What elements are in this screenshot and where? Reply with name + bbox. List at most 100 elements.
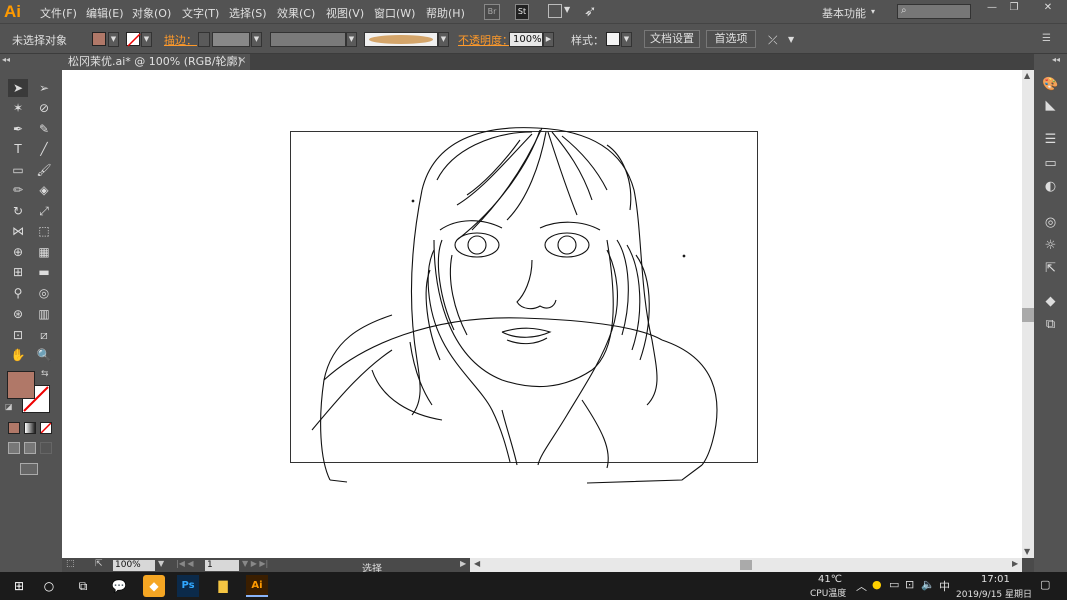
stroke-swatch[interactable] xyxy=(126,32,141,47)
profile-dropdown[interactable]: ▼ xyxy=(346,32,357,47)
scroll-up-icon[interactable]: ▲ xyxy=(1024,71,1030,80)
file-explorer-icon[interactable]: ▇ xyxy=(212,575,234,597)
color-guide-icon[interactable]: ◣ xyxy=(1034,96,1067,116)
screen-mode-icon[interactable] xyxy=(20,463,38,475)
ime-indicator[interactable]: 中 xyxy=(939,578,950,594)
status-menu-icon[interactable]: ▶ xyxy=(460,559,466,568)
perspective-grid-tool-icon[interactable]: ▦ xyxy=(34,243,54,261)
menu-select[interactable]: 选择(S) xyxy=(229,5,267,21)
scroll-right-icon[interactable]: ▶ xyxy=(1012,559,1018,568)
layers-icon[interactable]: ◆ xyxy=(1034,292,1067,312)
expand-panel-icon[interactable]: ◂◂ xyxy=(1052,55,1060,64)
paintbrush-tool-icon[interactable]: 🖌 xyxy=(34,161,54,179)
direct-selection-tool-icon[interactable]: ➢ xyxy=(34,79,54,97)
asset-export-icon[interactable]: ⇱ xyxy=(1034,259,1067,279)
line-tool-icon[interactable]: ╱ xyxy=(34,140,54,158)
zoom-field[interactable]: 100% xyxy=(113,560,155,571)
draw-behind-icon[interactable] xyxy=(24,442,36,454)
gradient-mode-icon[interactable] xyxy=(24,422,36,434)
battery-icon[interactable]: ▭ xyxy=(889,578,899,591)
chevron-down-icon[interactable]: ▾ xyxy=(871,7,875,16)
blend-tool-icon[interactable]: ◎ xyxy=(34,284,54,302)
document-setup-button[interactable]: 文档设置 xyxy=(644,30,700,48)
volume-icon[interactable]: 🔈 xyxy=(921,578,935,591)
first-artboard-icon[interactable]: |◀ ◀ xyxy=(176,559,194,568)
restore-button[interactable]: ❐ xyxy=(1004,1,1024,15)
menu-window[interactable]: 窗口(W) xyxy=(374,5,415,21)
pen-tool-icon[interactable]: ✒ xyxy=(8,120,28,138)
slice-tool-icon[interactable]: ⧄ xyxy=(34,326,54,344)
collapse-panel-icon[interactable]: ◂◂ xyxy=(2,55,10,64)
transparency-icon[interactable]: ◐ xyxy=(1034,177,1067,197)
menu-type[interactable]: 文字(T) xyxy=(182,5,219,21)
zoom-tool-icon[interactable]: 🔍 xyxy=(34,346,54,364)
default-colors-icon[interactable]: ◪ xyxy=(5,402,13,411)
swatches-icon[interactable]: ☰ xyxy=(1034,130,1067,150)
fill-swatch[interactable] xyxy=(92,32,106,46)
search-icon[interactable]: ○ xyxy=(38,575,60,597)
cc-libraries-icon[interactable]: ◎ xyxy=(1034,213,1067,233)
artboard-field[interactable]: 1 xyxy=(205,560,239,571)
width-tool-icon[interactable]: ⋈ xyxy=(8,222,28,240)
opacity-dropdown[interactable]: ▶ xyxy=(543,32,554,47)
variable-width-profile[interactable] xyxy=(270,32,346,47)
stroke-dropdown[interactable]: ▼ xyxy=(141,32,152,47)
panel-menu-icon[interactable]: ☰ xyxy=(1042,33,1051,44)
opacity-label[interactable]: 不透明度： xyxy=(458,32,513,48)
gradient-panel-icon[interactable]: ▭ xyxy=(1034,154,1067,174)
color-mode-icon[interactable] xyxy=(8,422,20,434)
free-transform-tool-icon[interactable]: ⬚ xyxy=(34,222,54,240)
rectangle-tool-icon[interactable]: ▭ xyxy=(8,161,28,179)
horizontal-scroll-thumb[interactable] xyxy=(740,560,752,570)
none-mode-icon[interactable] xyxy=(40,422,52,434)
network-icon[interactable]: ⊡ xyxy=(905,578,914,591)
symbol-sprayer-tool-icon[interactable]: ⊛ xyxy=(8,305,28,323)
eraser-tool-icon[interactable]: ◈ xyxy=(34,181,54,199)
action-center-icon[interactable]: ▢ xyxy=(1040,578,1050,591)
magic-wand-tool-icon[interactable]: ✶ xyxy=(8,99,28,117)
style-dropdown[interactable]: ▼ xyxy=(621,32,632,47)
menu-help[interactable]: 帮助(H) xyxy=(426,5,465,21)
menu-effect[interactable]: 效果(C) xyxy=(277,5,315,21)
artboard-tool-icon[interactable]: ⊡ xyxy=(8,326,28,344)
menu-edit[interactable]: 编辑(E) xyxy=(86,5,124,21)
bridge-button[interactable]: Br xyxy=(484,4,500,20)
vertical-scroll-thumb[interactable] xyxy=(1022,308,1034,322)
task-view-icon[interactable]: ⧉ xyxy=(72,575,94,597)
stroke-weight-field[interactable] xyxy=(212,32,250,47)
pencil-tool-icon[interactable]: ✏ xyxy=(8,181,28,199)
windows-start-icon[interactable]: ⊞ xyxy=(8,575,30,597)
zoom-dropdown-icon[interactable]: ▼ xyxy=(158,559,164,568)
artboards-icon[interactable]: ⧉ xyxy=(1034,315,1067,335)
illustrator-icon[interactable]: Ai xyxy=(246,575,268,597)
lasso-tool-icon[interactable]: ⊘ xyxy=(34,99,54,117)
selection-tool-icon[interactable]: ➤ xyxy=(8,79,28,97)
next-artboard-icon[interactable]: ▼ ▶ ▶| xyxy=(242,559,268,568)
chevron-down-icon[interactable]: ▼ xyxy=(564,5,570,14)
gpu-performance-icon[interactable]: ➶ xyxy=(584,2,597,20)
type-tool-icon[interactable]: T xyxy=(8,140,28,158)
hand-tool-icon[interactable]: ✋ xyxy=(8,346,28,364)
preferences-button[interactable]: 首选项 xyxy=(706,30,756,48)
app-icon[interactable]: ◆ xyxy=(143,575,165,597)
mesh-tool-icon[interactable]: ⊞ xyxy=(8,263,28,281)
stroke-label[interactable]: 描边： xyxy=(164,32,197,48)
draw-inside-icon[interactable] xyxy=(40,442,52,454)
menu-view[interactable]: 视图(V) xyxy=(326,5,364,21)
show-hidden-icons-icon[interactable]: ︿ xyxy=(856,578,867,594)
brush-dropdown[interactable]: ▼ xyxy=(438,32,449,47)
fill-color-swatch-front[interactable] xyxy=(7,371,35,399)
menu-object[interactable]: 对象(O) xyxy=(132,5,171,21)
workspace-switcher[interactable]: 基本功能 xyxy=(822,5,866,21)
stroke-weight-dropdown[interactable]: ▼ xyxy=(251,32,262,47)
close-button[interactable]: ✕ xyxy=(1030,1,1066,15)
column-graph-tool-icon[interactable]: ▥ xyxy=(34,305,54,323)
photoshop-icon[interactable]: Ps xyxy=(177,575,199,597)
tray-app-icon[interactable]: ● xyxy=(872,578,882,591)
minimize-button[interactable]: — xyxy=(982,1,1002,15)
wechat-icon[interactable]: 💬 xyxy=(108,575,130,597)
clock-date[interactable]: 2019/9/15 星期日 xyxy=(956,587,1032,600)
color-panel-icon[interactable]: 🎨 xyxy=(1034,75,1067,95)
search-input[interactable]: ⌕ xyxy=(897,4,971,19)
draw-normal-icon[interactable] xyxy=(8,442,20,454)
